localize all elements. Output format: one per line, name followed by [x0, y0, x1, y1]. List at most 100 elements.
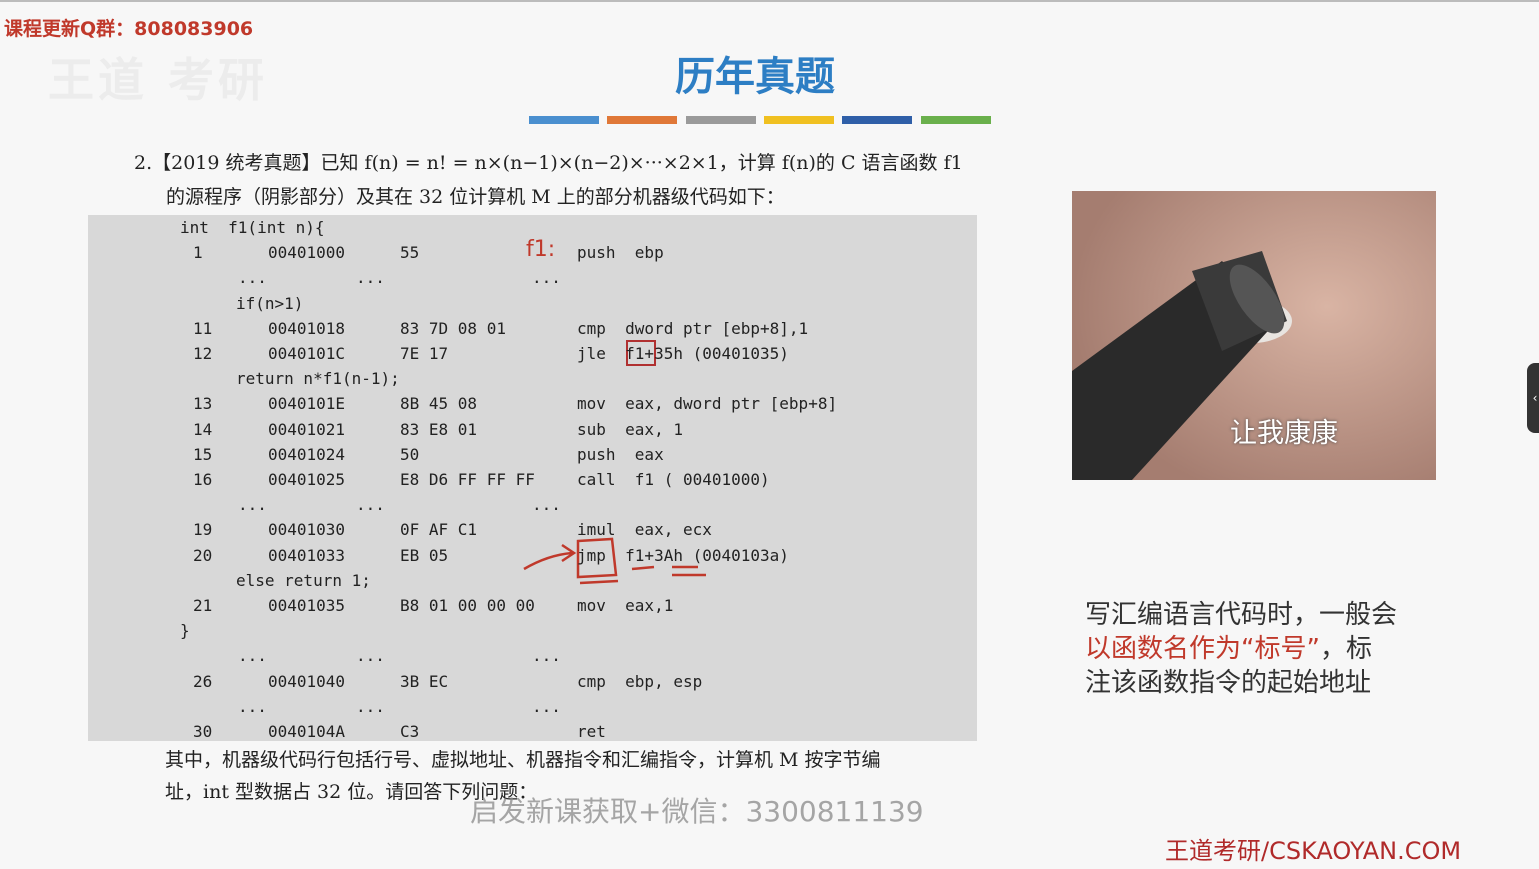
- code-mc: 50: [400, 444, 420, 464]
- code-line: if(n>1): [88, 291, 977, 316]
- code-asm: call f1 ( 00401000): [577, 470, 770, 489]
- code-num: 21: [193, 596, 213, 615]
- code-asm: ...: [532, 268, 561, 288]
- code-mc: 0F AF C1: [400, 520, 478, 540]
- code-line: 14 00401021 83 E8 01 sub eax, 1: [88, 417, 977, 442]
- code-line: 20 00401033 EB 05 jmp f1+3Ah (0040103a): [88, 543, 977, 568]
- code-asm: jle f1+35h (00401035): [577, 344, 789, 363]
- code-asm: imul eax, ecx: [577, 520, 712, 540]
- code-addr: 00401024: [268, 444, 346, 464]
- code-line: 26 00401040 3B EC cmp ebp, esp: [88, 669, 977, 694]
- code-line: 11 00401018 83 7D 08 01 cmp dword ptr [ebp+…: [88, 316, 977, 341]
- code-mc: EB 05: [400, 545, 449, 565]
- side-note-part-4: 注该函数指令的起始地址: [1085, 668, 1372, 698]
- code-mc: 55: [400, 243, 420, 263]
- code-asm: jmp f1+3Ah (0040103a): [577, 545, 789, 565]
- side-note-part-1: 写汇编语言代码时，一般会: [1085, 600, 1398, 630]
- code-addr: 00401035: [268, 596, 346, 615]
- code-addr: ...: [356, 495, 385, 515]
- code-asm: ...: [532, 646, 561, 666]
- code-mc: B8 01 00 00 00: [400, 596, 535, 615]
- color-bar-segment: [764, 116, 834, 124]
- code-addr: 00401018: [268, 318, 346, 338]
- code-line: }: [88, 618, 977, 643]
- code-num: 12: [193, 344, 213, 363]
- slide-title: 历年真题: [675, 54, 835, 100]
- code-addr: ...: [356, 646, 385, 666]
- code-num: ...: [238, 646, 267, 666]
- side-note-part-3: ，标: [1319, 634, 1372, 664]
- code-num: 16: [193, 470, 213, 489]
- code-line: 21 00401035 B8 01 00 00 00 mov eax,1: [88, 593, 977, 618]
- code-num: ...: [238, 268, 267, 288]
- code-line: 30 0040104A C3 ret: [88, 719, 977, 744]
- code-num: ...: [238, 495, 267, 515]
- code-num: 13: [193, 394, 213, 414]
- code-line: 12 0040101C 7E 17 jle f1+35h (00401035): [88, 341, 977, 366]
- code-line: .........: [88, 265, 977, 290]
- side-note-highlight: 以函数名作为“标号”: [1085, 634, 1320, 664]
- top-border: [0, 0, 1539, 2]
- code-mc: 83 E8 01: [400, 419, 478, 439]
- code-num: 19: [193, 520, 213, 540]
- source-code-text: else return 1;: [236, 570, 371, 590]
- code-line: int f1(int n){: [88, 215, 977, 240]
- code-line: 13 0040101E 8B 45 08 mov eax, dword ptr [eb…: [88, 391, 977, 416]
- code-mc: E8 D6 FF FF FF: [400, 470, 535, 489]
- code-asm: mov eax,1: [577, 596, 674, 615]
- brand-footer: 王道考研/CSKAOYAN.COM: [1165, 837, 1462, 865]
- code-addr: 00401025: [268, 470, 346, 489]
- code-addr: 0040101C: [268, 344, 346, 363]
- code-line: else return 1;: [88, 568, 977, 593]
- code-num: ...: [238, 696, 267, 716]
- code-asm: push eax: [577, 444, 664, 464]
- qq-group-banner: 课程更新Q群：808083906: [4, 18, 254, 40]
- source-code-text: }: [180, 621, 190, 641]
- code-line: 15 00401024 50 push eax: [88, 442, 977, 467]
- code-line: .........: [88, 492, 977, 517]
- color-bar-segment: [686, 116, 756, 124]
- code-addr: 00401021: [268, 419, 346, 439]
- code-listing-panel: f1: int f1(int n){1 00401000 55 push ebp...…: [88, 215, 977, 741]
- code-line: 19 00401030 0F AF C1 imul eax, ecx: [88, 517, 977, 542]
- question-line-2: 的源程序（阴影部分）及其在 32 位计算机 M 上的部分机器级代码如下：: [166, 186, 785, 208]
- code-num: 26: [193, 671, 213, 691]
- question-line-1: 2.【2019 统考真题】已知 f(n) = n! = n×(n−1)×(n−2…: [134, 152, 963, 174]
- code-mc: 83 7D 08 01: [400, 318, 506, 338]
- code-line: .........: [88, 643, 977, 668]
- code-line: .........: [88, 694, 977, 719]
- code-asm: cmp dword ptr [ebp+8],1: [577, 318, 809, 338]
- code-addr: 00401000: [268, 243, 346, 263]
- code-mc: 8B 45 08: [400, 394, 478, 414]
- presenter-video[interactable]: 让我康康: [1072, 191, 1436, 480]
- color-bar-segment: [921, 116, 991, 124]
- code-line: 16 00401025 E8 D6 FF FF FF call f1 ( 004010…: [88, 467, 977, 492]
- source-code-text: return n*f1(n-1);: [236, 369, 400, 389]
- code-addr: 0040101E: [268, 394, 346, 414]
- code-asm: ret: [577, 722, 606, 741]
- code-line: 1 00401000 55 push ebp: [88, 240, 977, 265]
- source-code-text: int f1(int n){: [180, 218, 325, 237]
- video-caption: 让我康康: [1230, 418, 1338, 449]
- collapse-panel-tab[interactable]: ‹: [1527, 363, 1539, 433]
- color-bar-segment: [607, 116, 677, 124]
- source-code-text: if(n>1): [236, 293, 304, 313]
- code-asm: ...: [532, 495, 561, 515]
- color-bar-segment: [842, 116, 912, 124]
- code-num: 30: [193, 722, 213, 741]
- code-addr: ...: [356, 268, 385, 288]
- code-line: return n*f1(n-1);: [88, 366, 977, 391]
- color-bar-segment: [529, 116, 599, 124]
- ghost-logo: 王道 考研: [48, 53, 269, 107]
- code-addr: 00401040: [268, 671, 346, 691]
- code-mc: C3: [400, 722, 420, 741]
- code-num: 1: [193, 243, 203, 263]
- code-addr: 00401030: [268, 520, 346, 540]
- code-asm: sub eax, 1: [577, 419, 683, 439]
- description-line-1: 其中，机器级代码行包括行号、虚拟地址、机器指令和汇编指令，计算机 M 按字节编: [165, 749, 881, 771]
- wechat-watermark: 启发新课获取+微信：3300811139: [470, 795, 924, 828]
- chevron-left-icon: ‹: [1532, 391, 1538, 405]
- code-num: 20: [193, 545, 213, 565]
- code-asm: ...: [532, 696, 561, 716]
- code-asm: mov eax, dword ptr [ebp+8]: [577, 394, 838, 414]
